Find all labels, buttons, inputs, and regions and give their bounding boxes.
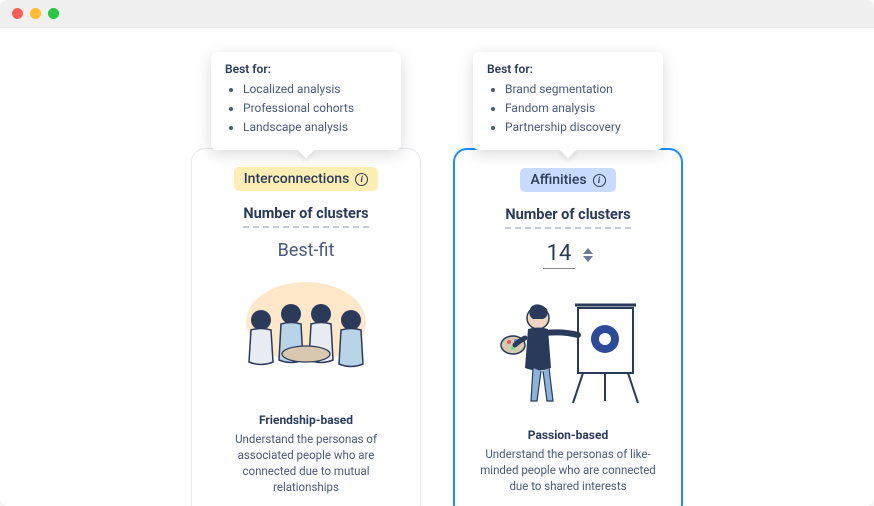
desc-text: Understand the personas of associated pe… (210, 431, 402, 495)
tooltip-title: Best for: (487, 62, 649, 76)
tooltip-item: Localized analysis (243, 80, 387, 99)
app-window: Best for: Localized analysis Professiona… (0, 0, 874, 506)
tooltip-item: Landscape analysis (243, 118, 387, 137)
tooltip-title: Best for: (225, 62, 387, 76)
clusters-stepper: 14 (543, 241, 594, 269)
clusters-heading: Number of clusters (505, 206, 630, 229)
tooltip-item: Professional cohorts (243, 99, 387, 118)
chevron-down-icon[interactable] (583, 256, 593, 262)
desc-title: Friendship-based (259, 413, 353, 427)
tooltip-item: Brand segmentation (505, 80, 649, 99)
tag-label: Affinities (530, 172, 586, 188)
clusters-heading: Number of clusters (243, 205, 368, 228)
interconnections-column: Best for: Localized analysis Professiona… (191, 56, 421, 506)
friendship-illustration (221, 271, 391, 403)
maximize-icon[interactable] (48, 8, 59, 19)
info-icon[interactable]: i (355, 173, 368, 186)
affinities-tag[interactable]: Affinities i (520, 168, 615, 192)
tooltip-list: Brand segmentation Fandom analysis Partn… (487, 80, 649, 138)
content-area: Best for: Localized analysis Professiona… (0, 28, 874, 506)
tooltip-item: Partnership discovery (505, 118, 649, 137)
passion-illustration (483, 279, 653, 418)
value-text: Best-fit (278, 240, 335, 261)
info-icon[interactable]: i (593, 174, 606, 187)
tooltip-list: Localized analysis Professional cohorts … (225, 80, 387, 138)
titlebar (0, 0, 874, 28)
minimize-icon[interactable] (30, 8, 41, 19)
tooltip-item: Fandom analysis (505, 99, 649, 118)
desc-title: Passion-based (528, 428, 608, 442)
tooltip-affinities: Best for: Brand segmentation Fandom anal… (473, 52, 663, 150)
affinities-column: Best for: Brand segmentation Fandom anal… (453, 56, 683, 506)
close-icon[interactable] (12, 8, 23, 19)
clusters-value: Best-fit (278, 240, 335, 261)
tag-label: Interconnections (244, 171, 350, 187)
chevron-up-icon[interactable] (583, 248, 593, 254)
desc-text: Understand the personas of like-minded p… (473, 446, 663, 494)
interconnections-tag[interactable]: Interconnections i (234, 167, 379, 191)
interconnections-card[interactable]: Interconnections i Number of clusters Be… (191, 148, 421, 506)
tooltip-interconnections: Best for: Localized analysis Professiona… (211, 52, 401, 150)
traffic-lights (12, 8, 59, 19)
clusters-number[interactable]: 14 (543, 241, 576, 269)
stepper-controls (583, 248, 593, 262)
affinities-card[interactable]: Affinities i Number of clusters 14 (453, 148, 683, 506)
